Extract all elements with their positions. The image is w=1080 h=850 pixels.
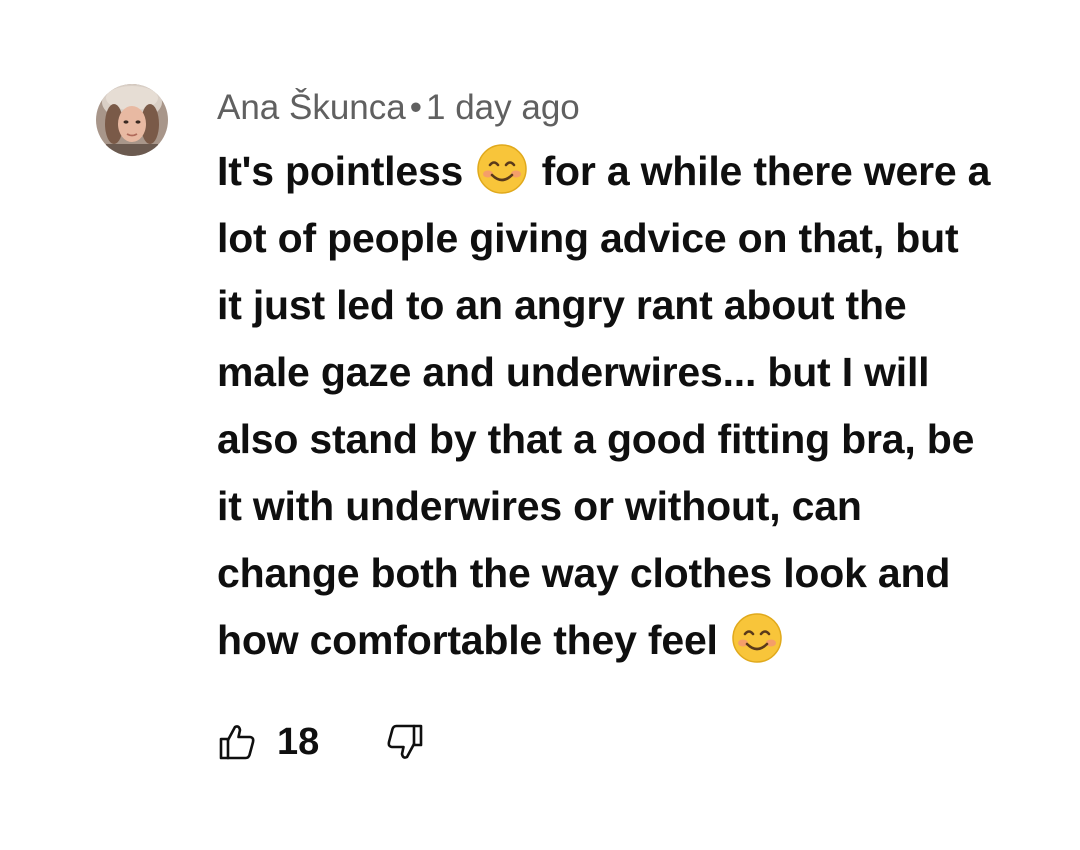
- comment-line: lot of people giving advice on that, but: [217, 215, 959, 261]
- comment-line: it with underwires or without, can: [217, 483, 862, 529]
- comment-line: It's pointless for a while there were a: [217, 138, 1057, 205]
- comment-line: also stand by that a good fitting bra, b…: [217, 416, 975, 462]
- comment-line: change both the way clothes look and: [217, 550, 951, 596]
- like-count: 18: [277, 720, 320, 763]
- comment-line-text: for a while there were a: [541, 148, 991, 194]
- comment-line: it just led to an angry rant about the: [217, 282, 907, 328]
- comment-time[interactable]: 1 day ago: [426, 88, 580, 127]
- dislike-button[interactable]: [385, 722, 425, 762]
- smiling-face-emoji-icon: [476, 143, 528, 195]
- thumbs-down-icon: [385, 722, 425, 762]
- comment-meta: Ana Škunca • 1 day ago: [217, 86, 580, 130]
- comment-line-text: how comfortable they feel: [217, 617, 718, 663]
- avatar-image: [96, 84, 168, 156]
- comment-line-text: It's pointless: [217, 148, 464, 194]
- comment-line: how comfortable they feel: [217, 607, 1057, 674]
- comment-actions: 18: [217, 718, 425, 766]
- smiling-face-emoji-icon: [731, 612, 783, 664]
- like-button[interactable]: 18: [217, 721, 319, 764]
- meta-separator: •: [409, 88, 423, 127]
- comment-line: male gaze and underwires... but I will: [217, 349, 930, 395]
- comment-text: It's pointless for a while there were a …: [217, 138, 1057, 674]
- comment: Ana Škunca • 1 day ago It's pointless for …: [0, 0, 1080, 850]
- thumbs-up-icon: [217, 722, 257, 762]
- author-name[interactable]: Ana Škunca: [217, 88, 406, 127]
- avatar[interactable]: [96, 84, 168, 156]
